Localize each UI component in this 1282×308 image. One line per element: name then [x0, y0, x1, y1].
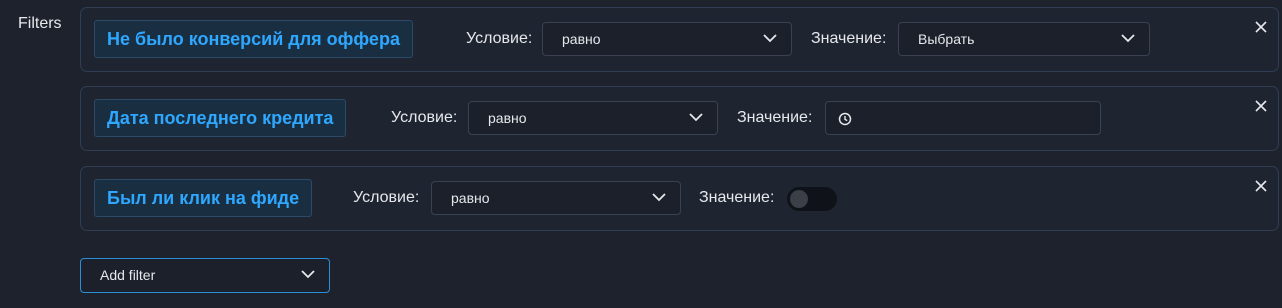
filter-name: Был ли клик на фиде: [94, 179, 313, 217]
condition-label: Условие:: [391, 109, 458, 126]
chevron-down-icon: [689, 113, 703, 122]
filter-card-last-credit-date: Дата последнего кредита Условие: равно З…: [80, 86, 1279, 151]
add-filter-label: Add filter: [100, 267, 156, 283]
close-icon[interactable]: [1254, 20, 1268, 34]
add-filter-select[interactable]: Add filter: [80, 258, 330, 293]
filter-name: Дата последнего кредита: [94, 99, 347, 137]
filters-section-label: Filters: [18, 15, 62, 32]
condition-label: Условие:: [466, 30, 533, 47]
condition-select[interactable]: равно: [431, 181, 681, 215]
condition-select-value: равно: [451, 190, 490, 206]
clock-icon: [838, 112, 852, 126]
chevron-down-icon: [301, 270, 315, 279]
chevron-down-icon: [1121, 34, 1135, 43]
filters-panel: Filters Не было конверсий для оффера Усл…: [0, 0, 1282, 308]
filter-name: Не было конверсий для оффера: [94, 20, 413, 58]
condition-select-value: равно: [488, 110, 527, 126]
condition-label: Условие:: [353, 189, 420, 206]
value-label: Значение:: [699, 189, 775, 206]
value-select-placeholder: Выбрать: [918, 31, 975, 47]
date-input[interactable]: [825, 101, 1101, 135]
condition-select[interactable]: равно: [542, 22, 792, 56]
chevron-down-icon: [763, 34, 777, 43]
filter-card-conversions: Не было конверсий для оффера Условие: ра…: [80, 7, 1279, 72]
condition-select[interactable]: равно: [468, 101, 718, 135]
toggle-knob: [790, 190, 808, 208]
close-icon[interactable]: [1254, 99, 1268, 113]
value-label: Значение:: [737, 109, 813, 126]
chevron-down-icon: [652, 193, 666, 202]
value-toggle[interactable]: [787, 187, 837, 211]
close-icon[interactable]: [1254, 179, 1268, 193]
value-label: Значение:: [811, 30, 887, 47]
condition-select-value: равно: [562, 31, 601, 47]
filter-card-feed-click: Был ли клик на фиде Условие: равно Значе…: [80, 166, 1279, 231]
value-select[interactable]: Выбрать: [898, 22, 1150, 56]
